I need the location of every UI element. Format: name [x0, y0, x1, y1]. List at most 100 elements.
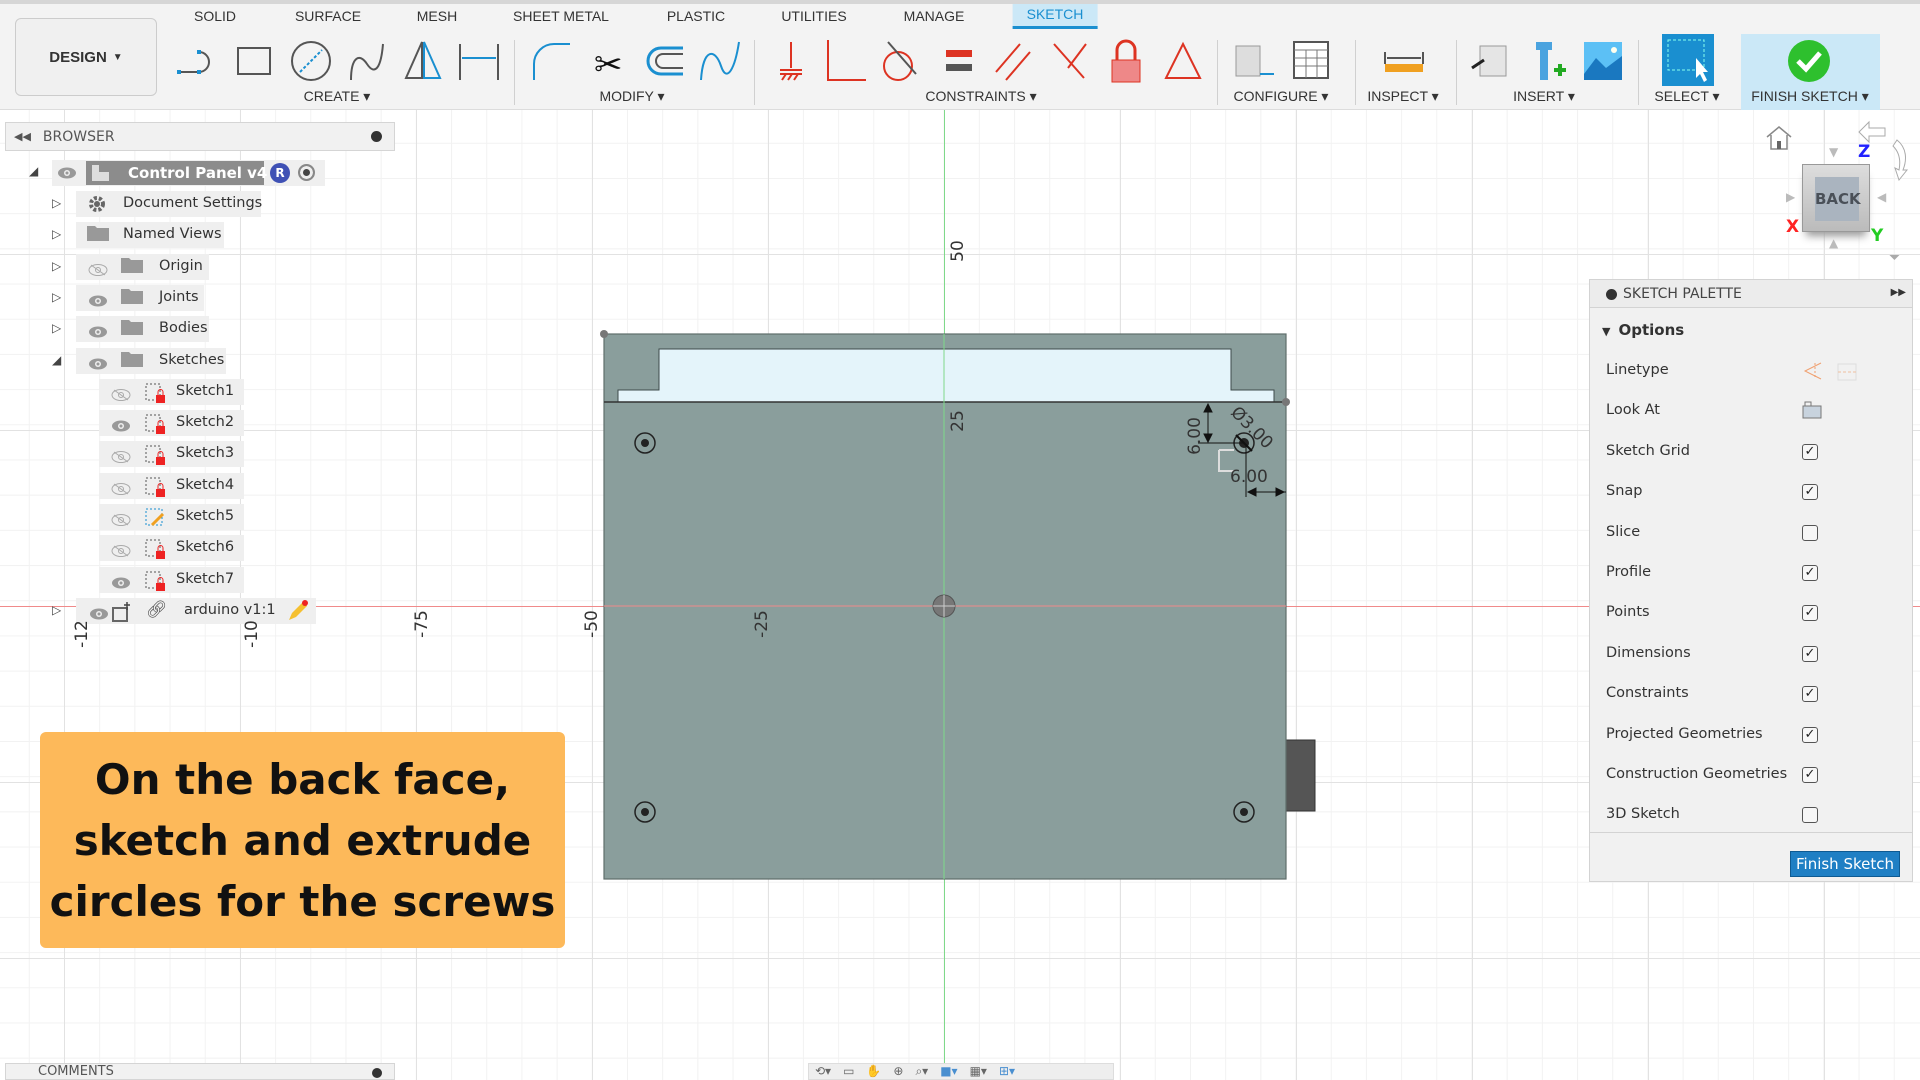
tab-mesh[interactable]: MESH	[417, 8, 457, 24]
eye-icon[interactable]	[88, 292, 108, 311]
insert-image-icon[interactable]	[1580, 38, 1626, 84]
fix-constraint-icon[interactable]	[768, 38, 814, 84]
tab-plastic[interactable]: PLASTIC	[667, 8, 725, 24]
dimension-vertical[interactable]: 6.00	[1185, 417, 1205, 455]
offset-tool-icon[interactable]	[641, 38, 687, 84]
checkbox-constraints[interactable]: ✓	[1802, 686, 1818, 703]
tab-utilities[interactable]: UTILITIES	[781, 8, 846, 24]
view-cube-face[interactable]: BACK	[1815, 177, 1861, 221]
tab-sheet-metal[interactable]: SHEET METAL	[513, 8, 609, 24]
view-arrow-down-icon[interactable]: ▲	[1829, 236, 1838, 250]
checkbox-projected-geometries[interactable]: ✓	[1802, 726, 1818, 743]
checkbox-slice[interactable]	[1802, 524, 1818, 541]
trim-tool-icon[interactable]: ✂	[586, 38, 632, 84]
configure-menu[interactable]: CONFIGURE ▾	[1234, 88, 1329, 105]
equal-constraint-icon[interactable]	[936, 38, 982, 84]
checkbox-dimensions[interactable]: ✓	[1802, 645, 1818, 662]
select-icon[interactable]	[1662, 34, 1714, 86]
tab-manage[interactable]: MANAGE	[904, 8, 965, 24]
browser-header[interactable]: ◀◀ BROWSER	[5, 122, 395, 151]
tab-surface[interactable]: SURFACE	[295, 8, 361, 24]
pan-icon[interactable]: ✋	[866, 1064, 881, 1079]
expand-icon[interactable]: ▶▶	[1891, 287, 1906, 298]
checkbox-construction-geometries[interactable]: ✓	[1802, 767, 1818, 783]
create-menu[interactable]: CREATE ▾	[304, 88, 371, 105]
orbit-icon[interactable]: ⟲▾	[815, 1064, 831, 1079]
checkbox-3d-sketch[interactable]	[1802, 807, 1818, 824]
dimension-tool-icon[interactable]	[456, 38, 502, 84]
options-section[interactable]: ▼ Options	[1602, 321, 1684, 339]
constraints-menu[interactable]: CONSTRAINTS ▾	[925, 88, 1036, 105]
tab-solid[interactable]: SOLID	[194, 8, 236, 24]
workspace-switcher[interactable]: DESIGN ▼	[15, 18, 157, 96]
activate-radio[interactable]	[298, 164, 315, 181]
tab-sketch[interactable]: SKETCH	[1012, 4, 1098, 29]
mirror-tool-icon[interactable]	[400, 38, 446, 84]
triangle-constraint-icon[interactable]	[1160, 38, 1206, 84]
eye-hidden-icon[interactable]	[111, 448, 131, 467]
minimize-icon[interactable]	[372, 1068, 382, 1078]
expand-triangle-icon[interactable]: ▷	[52, 290, 61, 304]
insert-mcmaster-icon[interactable]	[1524, 38, 1570, 84]
display-settings-icon[interactable]: ■▾	[940, 1064, 957, 1079]
insert-menu[interactable]: INSERT ▾	[1513, 88, 1575, 105]
expand-triangle-icon[interactable]: ▷	[52, 603, 61, 617]
eye-hidden-icon[interactable]	[111, 542, 131, 561]
checkbox-snap[interactable]: ✓	[1802, 484, 1818, 501]
palette-header[interactable]: SKETCH PALETTE ▶▶	[1590, 280, 1912, 308]
comments-panel[interactable]: COMMENTS	[5, 1063, 395, 1080]
expand-triangle-icon[interactable]: ▷	[52, 259, 61, 273]
spline-tool-icon[interactable]	[345, 38, 391, 84]
line-tool-icon[interactable]	[175, 38, 221, 84]
finish-sketch-menu[interactable]: FINISH SKETCH ▾	[1751, 88, 1869, 105]
view-arrow-up-icon[interactable]: ▼	[1829, 145, 1838, 159]
look-at-icon[interactable]	[1801, 400, 1823, 420]
eye-icon[interactable]	[88, 355, 108, 374]
eye-icon[interactable]	[57, 167, 77, 179]
eye-icon[interactable]	[111, 417, 131, 436]
expand-triangle-icon[interactable]: ▷	[52, 196, 61, 210]
lock-icon[interactable]	[1103, 38, 1149, 84]
tangent-constraint-icon[interactable]	[876, 38, 922, 84]
minimize-icon[interactable]	[371, 131, 382, 142]
expand-triangle-icon[interactable]: ▷	[52, 321, 61, 335]
construction-linetype-icon[interactable]	[1801, 360, 1825, 382]
eye-icon[interactable]	[111, 574, 131, 593]
viewports-icon[interactable]: ⊞▾	[999, 1064, 1015, 1079]
top-slot[interactable]	[617, 348, 1275, 403]
parallel-constraint-icon[interactable]	[990, 38, 1036, 84]
pencil-edit-icon[interactable]	[286, 599, 310, 623]
collinear-constraint-icon[interactable]	[1046, 38, 1092, 84]
collapse-triangle-icon[interactable]: ◢	[52, 353, 61, 367]
checkbox-sketch-grid[interactable]: ✓	[1802, 443, 1818, 460]
collapse-icon[interactable]: ◀◀	[14, 130, 31, 143]
eye-hidden-icon[interactable]	[111, 480, 131, 499]
view-arrow-right-icon[interactable]: ◀	[1877, 190, 1886, 204]
insert-derive-icon[interactable]	[1468, 38, 1514, 84]
view-options-icon[interactable]: ⏷	[1889, 250, 1900, 266]
dimension-horizontal[interactable]: 6.00	[1230, 467, 1268, 487]
checkbox-points[interactable]: ✓	[1802, 605, 1818, 622]
view-arrow-left-icon[interactable]: ▶	[1786, 190, 1795, 204]
eye-icon[interactable]	[88, 323, 108, 342]
eye-hidden-icon[interactable]	[111, 386, 131, 405]
eye-hidden-icon[interactable]	[111, 511, 131, 530]
zoom-icon[interactable]: ⊕	[893, 1064, 903, 1079]
collapse-triangle-icon[interactable]: ◢	[29, 164, 38, 178]
circle-tool-icon[interactable]	[288, 38, 334, 84]
checkbox-profile[interactable]: ✓	[1802, 565, 1818, 581]
finish-sketch-button[interactable]: Finish Sketch	[1790, 851, 1900, 877]
modify-menu[interactable]: MODIFY ▾	[599, 88, 664, 105]
select-menu[interactable]: SELECT ▾	[1654, 88, 1719, 105]
curve-tool-icon[interactable]	[697, 38, 743, 84]
view-cube[interactable]: BACK	[1802, 164, 1870, 232]
fillet-tool-icon[interactable]	[528, 38, 574, 84]
origin-point[interactable]	[932, 594, 956, 618]
finish-sketch-check-icon[interactable]	[1786, 38, 1832, 84]
parameters-icon[interactable]	[1232, 38, 1278, 84]
fit-icon[interactable]: ⌕▾	[915, 1064, 928, 1079]
rectangle-tool-icon[interactable]	[232, 38, 278, 84]
perpendicular-constraint-icon[interactable]	[822, 38, 868, 84]
eye-icon[interactable]	[89, 605, 109, 624]
table-icon[interactable]	[1290, 38, 1336, 84]
